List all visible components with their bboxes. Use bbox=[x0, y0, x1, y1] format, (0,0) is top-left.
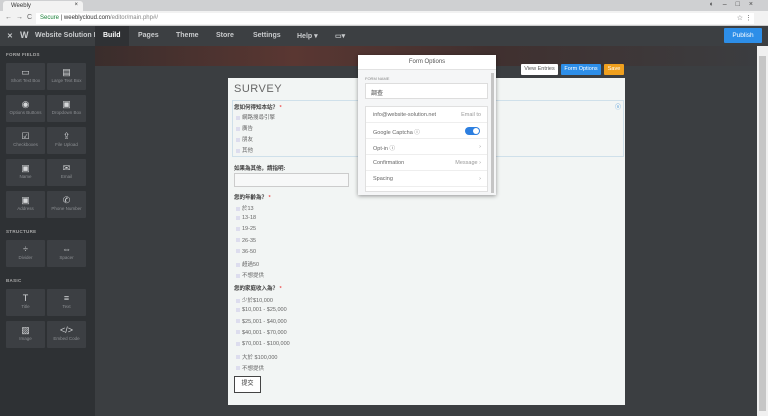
field-icon: ☑ bbox=[21, 131, 30, 141]
sidebar-item-large-text-box[interactable]: ▤ Large Text Box bbox=[47, 63, 86, 90]
field-icon: ▣ bbox=[62, 99, 71, 109]
tab-settings[interactable]: Settings bbox=[253, 32, 281, 39]
sidebar-item-text[interactable]: ≡ Text bbox=[47, 289, 86, 316]
sidebar-item-dropdown-box[interactable]: ▣ Dropdown Box bbox=[47, 95, 86, 122]
editor-topbar: ✕ W Website Solution Li... Build Pages T… bbox=[0, 26, 768, 46]
captcha-toggle[interactable] bbox=[465, 127, 480, 135]
radio-option[interactable]: 36-50 bbox=[236, 249, 256, 255]
field-icon: ⇪ bbox=[62, 131, 71, 141]
sidebar-section-title: FORM FIELDS bbox=[6, 52, 40, 57]
field-icon: ▨ bbox=[21, 325, 30, 335]
radio-option[interactable]: 大於 $100,000 bbox=[236, 353, 277, 361]
radio-option[interactable]: 19-25 bbox=[236, 226, 256, 232]
view-entries-button[interactable]: View Entries bbox=[521, 64, 558, 75]
field-icon: T bbox=[22, 293, 29, 303]
radio-option[interactable]: $10,001 - $25,000 bbox=[236, 307, 287, 313]
field-icon: ✆ bbox=[62, 195, 71, 205]
device-preview-icon[interactable]: ▭▾ bbox=[335, 32, 345, 40]
form-name-input[interactable]: 調查 bbox=[365, 83, 488, 99]
url-input[interactable]: Secure | weeblycloud.com/editor/main.php… bbox=[36, 13, 754, 24]
captcha-row: Google Captcha ⓘ bbox=[366, 123, 487, 139]
email-to-row[interactable]: info@website-solution.net Email to bbox=[366, 107, 487, 123]
other-text-input[interactable] bbox=[234, 173, 349, 187]
field-icon: ✉ bbox=[62, 163, 71, 173]
radio-option[interactable]: 超過50 bbox=[236, 260, 259, 268]
field-icon: ▤ bbox=[62, 67, 71, 77]
sidebar-item-short-text-box[interactable]: ▭ Short Text Box bbox=[6, 63, 45, 90]
address-bar: ←→C Secure | weeblycloud.com/editor/main… bbox=[0, 11, 768, 26]
sidebar-item-phone-number[interactable]: ✆ Phone Number bbox=[47, 191, 86, 218]
tab-pages[interactable]: Pages bbox=[138, 32, 159, 39]
field-icon: ⇔ bbox=[62, 244, 71, 254]
bookmark-star-icon[interactable]: ☆ ⋮ bbox=[737, 14, 752, 22]
sidebar-item-embed-code[interactable]: </> Embed Code bbox=[47, 321, 86, 348]
form-options-button[interactable]: Form Options bbox=[561, 64, 601, 75]
confirmation-row[interactable]: Confirmation Message › bbox=[366, 155, 487, 171]
sidebar-section-title: BASIC bbox=[6, 278, 22, 283]
question-income: 您的家庭收入為？ * bbox=[234, 286, 282, 292]
close-tab-icon[interactable]: × bbox=[74, 2, 78, 8]
radio-option[interactable]: 於13 bbox=[236, 204, 254, 212]
question-other: 如果為其他，請指明: bbox=[234, 166, 286, 172]
field-icon: ▣ bbox=[21, 195, 30, 205]
sidebar-item-email[interactable]: ✉ Email bbox=[47, 159, 86, 186]
browser-tabbar: Weebly × ◐–□× bbox=[0, 0, 768, 11]
radio-option[interactable]: 不想提供 bbox=[236, 271, 264, 279]
radio-option[interactable]: 26-35 bbox=[236, 238, 256, 244]
sidebar-item-address[interactable]: ▣ Address bbox=[6, 191, 45, 218]
panel-scrollbar[interactable] bbox=[491, 73, 494, 193]
sidebar-item-checkboxes[interactable]: ☑ Checkboxes bbox=[6, 127, 45, 154]
sidebar-item-file-upload[interactable]: ⇪ File Upload bbox=[47, 127, 86, 154]
window-controls[interactable]: ◐–□× bbox=[710, 1, 762, 8]
sidebar-item-options-buttons[interactable]: ◉ Options Buttons bbox=[6, 95, 45, 122]
radio-option[interactable]: 少於$10,000 bbox=[236, 296, 273, 304]
field-icon: </> bbox=[59, 325, 73, 335]
tab-theme[interactable]: Theme bbox=[176, 32, 199, 39]
ad-choices-icon[interactable]: ⓧ bbox=[615, 102, 621, 111]
field-icon: ◉ bbox=[21, 99, 30, 109]
form-name-label: FORM NAME bbox=[365, 76, 390, 81]
weebly-logo-icon: W bbox=[20, 30, 29, 40]
radio-option[interactable]: 廣告 bbox=[236, 124, 253, 132]
sidebar-item-divider[interactable]: ÷ Divider bbox=[6, 240, 45, 267]
panel-title: Form Options bbox=[358, 55, 496, 70]
sidebar: FORM FIELDS ▭ Short Text Box ▤ Large Text Bo… bbox=[0, 46, 95, 416]
close-editor-icon[interactable]: ✕ bbox=[7, 32, 13, 40]
tab-build[interactable]: Build bbox=[95, 26, 129, 46]
sidebar-item-name[interactable]: ▣ Name bbox=[6, 159, 45, 186]
radio-option[interactable]: $70,001 - $100,000 bbox=[236, 341, 290, 347]
form-options-panel: Form Options FORM NAME 調查 info@website-s… bbox=[358, 55, 496, 195]
question-age: 您的年齡為？ * bbox=[234, 195, 271, 201]
field-icon: ÷ bbox=[23, 244, 28, 254]
save-button[interactable]: Save bbox=[604, 64, 624, 75]
radio-option[interactable]: 朋友 bbox=[236, 135, 253, 143]
nav-buttons[interactable]: ←→C bbox=[5, 14, 36, 21]
tab-help[interactable]: Help ▾ bbox=[297, 32, 318, 40]
page-scrollbar[interactable] bbox=[757, 46, 768, 416]
sidebar-section-title: STRUCTURE bbox=[6, 229, 37, 234]
radio-option[interactable]: $40,001 - $70,000 bbox=[236, 330, 287, 336]
question-source: 您如何得知本站？ * bbox=[234, 105, 282, 111]
optin-row[interactable]: Opt-in ⓘ › bbox=[366, 139, 487, 155]
radio-option[interactable]: 不想提供 bbox=[236, 364, 264, 372]
sidebar-item-spacer[interactable]: ⇔ Spacer bbox=[47, 240, 86, 267]
field-icon: ▭ bbox=[21, 67, 30, 77]
tab-store[interactable]: Store bbox=[216, 32, 234, 39]
radio-option[interactable]: 其他 bbox=[236, 146, 253, 154]
submit-button[interactable]: 提交 bbox=[234, 376, 261, 393]
field-icon: ≡ bbox=[63, 293, 70, 303]
browser-tab[interactable]: Weebly × bbox=[3, 1, 83, 11]
sidebar-item-title[interactable]: T Title bbox=[6, 289, 45, 316]
form-title: SURVEY bbox=[234, 83, 283, 95]
radio-option[interactable]: 13-18 bbox=[236, 215, 256, 221]
publish-button[interactable]: Publish bbox=[724, 28, 762, 43]
spacing-row[interactable]: Spacing › bbox=[366, 171, 487, 187]
radio-option[interactable]: 網路搜尋引擎 bbox=[236, 113, 275, 121]
radio-option[interactable]: $25,001 - $40,000 bbox=[236, 319, 287, 325]
field-icon: ▣ bbox=[21, 163, 30, 173]
sidebar-item-image[interactable]: ▨ Image bbox=[6, 321, 45, 348]
